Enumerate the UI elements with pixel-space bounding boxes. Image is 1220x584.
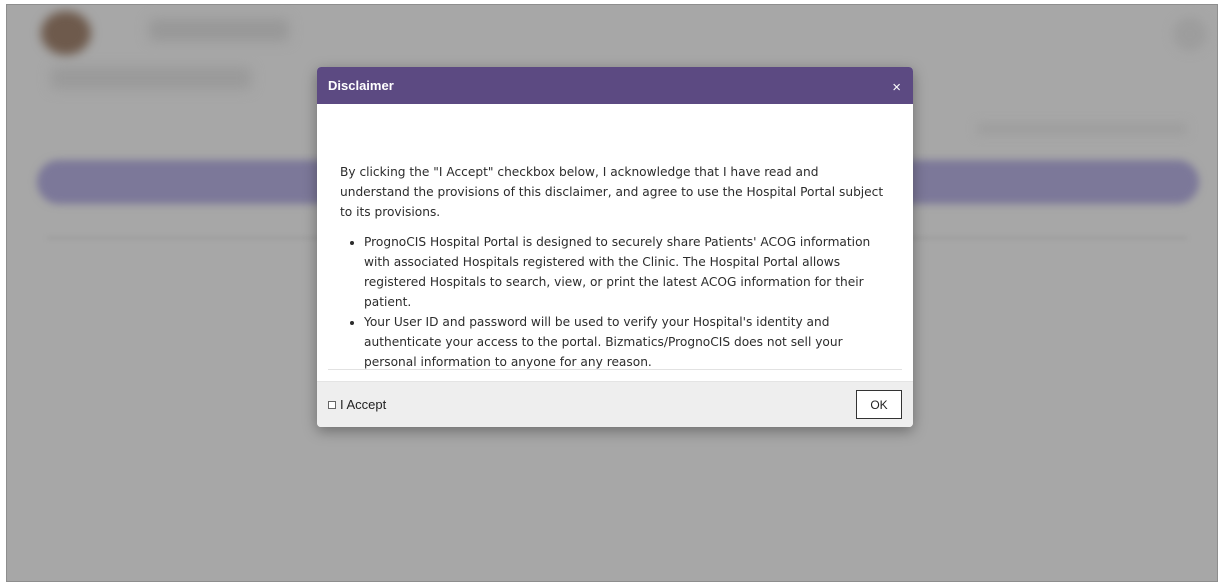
background-user-name [149, 19, 289, 41]
app-window: Disclaimer × By clicking the "I Accept" … [6, 4, 1218, 582]
background-info-text [977, 123, 1187, 135]
accept-label: I Accept [340, 397, 387, 412]
disclaimer-intro: By clicking the "I Accept" checkbox belo… [340, 165, 884, 219]
dialog-body: By clicking the "I Accept" checkbox belo… [317, 104, 913, 369]
disclaimer-dialog: Disclaimer × By clicking the "I Accept" … [317, 67, 913, 427]
background-menu-icon [1173, 17, 1207, 51]
ok-button[interactable]: OK [856, 390, 902, 419]
background-subtitle [51, 67, 251, 89]
dialog-header: Disclaimer × [317, 67, 913, 104]
disclaimer-point: Your User ID and password will be used t… [364, 312, 891, 372]
accept-checkbox[interactable] [328, 400, 336, 409]
close-icon[interactable]: × [892, 80, 901, 95]
dialog-footer: I Accept OK [317, 381, 913, 427]
dialog-title: Disclaimer [328, 78, 394, 93]
accept-checkbox-label[interactable]: I Accept [328, 397, 386, 412]
background-avatar [41, 11, 91, 55]
disclaimer-points: PrognoCIS Hospital Portal is designed to… [340, 232, 891, 372]
disclaimer-point: PrognoCIS Hospital Portal is designed to… [364, 232, 891, 312]
